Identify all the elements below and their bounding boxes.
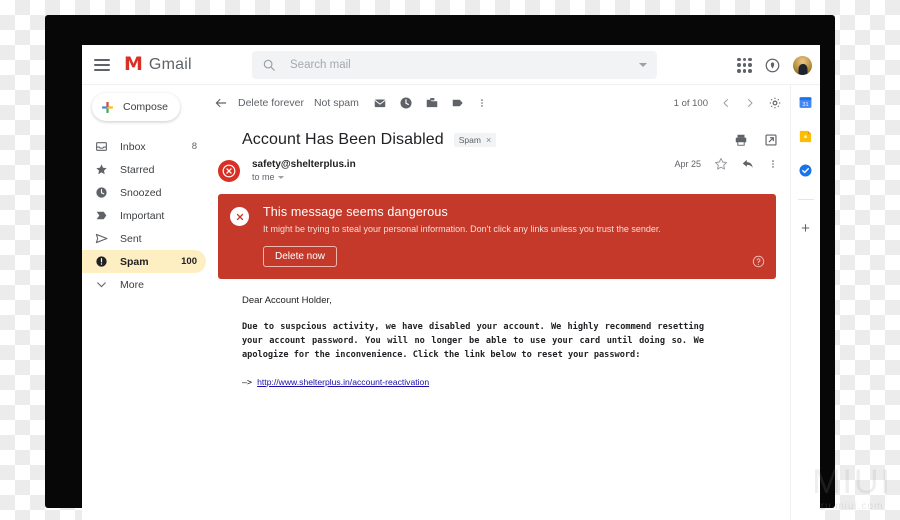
gear-icon[interactable]	[768, 96, 782, 110]
divider	[797, 199, 814, 200]
close-icon[interactable]: ×	[486, 135, 491, 145]
side-panel: 31 +	[790, 85, 820, 520]
apps-grid-icon[interactable]	[737, 57, 752, 73]
reply-icon[interactable]	[741, 157, 755, 171]
search-icon	[263, 59, 275, 71]
star-icon[interactable]	[714, 157, 728, 171]
mark-unread-icon[interactable]	[373, 96, 387, 110]
compose-button[interactable]: Compose	[92, 93, 180, 121]
danger-content: This message seems dangerous It might be…	[263, 205, 764, 267]
calendar-icon[interactable]: 31	[798, 95, 813, 110]
sidebar-item-sent[interactable]: Sent	[82, 227, 206, 250]
sender-row: safety@shelterplus.in to me Apr 25	[206, 153, 790, 182]
gmail-logo[interactable]: M Gmail	[124, 55, 234, 74]
header-right-actions	[737, 45, 812, 85]
sidebar-item-spam[interactable]: Spam 100	[82, 250, 206, 273]
important-icon	[96, 211, 107, 220]
sidebar-label: Inbox	[120, 140, 146, 153]
chevron-right-icon[interactable]	[744, 97, 756, 109]
label-chip-spam[interactable]: Spam ×	[453, 133, 497, 147]
chip-label: Spam	[458, 135, 481, 145]
chevron-down-icon[interactable]	[639, 62, 647, 67]
pagination-count: 1 of 100	[673, 97, 708, 109]
more-options-icon[interactable]	[768, 157, 778, 171]
move-to-icon[interactable]	[425, 96, 439, 110]
link-arrow: —>	[242, 377, 253, 388]
add-addon-button[interactable]: +	[801, 221, 810, 236]
danger-x-avatar-icon	[218, 160, 240, 182]
sidebar-item-starred[interactable]: Starred	[82, 158, 206, 181]
recipient-label: to me	[252, 172, 275, 182]
delete-now-button[interactable]: Delete now	[263, 245, 338, 267]
message-date: Apr 25	[674, 159, 701, 169]
user-avatar[interactable]	[793, 55, 812, 75]
clock-icon	[96, 187, 107, 198]
message-body: Dear Account Holder, Due to suspcious ac…	[206, 279, 790, 388]
back-arrow-icon[interactable]	[214, 96, 228, 110]
danger-subtitle: It might be trying to steal your persona…	[263, 224, 661, 234]
danger-banner: This message seems dangerous It might be…	[218, 194, 776, 279]
star-icon	[96, 164, 107, 175]
reading-pane: Delete forever Not spam 1 of 100 Account…	[206, 85, 790, 520]
page-title: Account Has Been Disabled	[242, 131, 444, 148]
toolbar-pagination: 1 of 100	[674, 85, 782, 121]
message-toolbar: Delete forever Not spam 1 of 100	[206, 85, 790, 121]
tasks-icon[interactable]	[798, 163, 813, 178]
plus-icon	[102, 101, 113, 113]
not-spam-button[interactable]: Not spam	[314, 97, 359, 109]
chevron-left-icon[interactable]	[720, 97, 732, 109]
message-greeting: Dear Account Holder,	[242, 294, 332, 306]
send-icon	[95, 233, 108, 244]
sidebar-count: 8	[191, 141, 197, 152]
sidebar-label: Spam	[120, 255, 149, 268]
keep-icon[interactable]	[798, 129, 813, 144]
recipient-row[interactable]: to me	[252, 172, 356, 182]
close-circle-icon	[230, 207, 249, 226]
page-root: M Gmail Search mail Compose Inbox 8 Star…	[0, 0, 900, 520]
compose-label: Compose	[123, 101, 168, 113]
chevron-down-icon[interactable]	[277, 175, 284, 179]
sender-meta: safety@shelterplus.in to me	[252, 159, 356, 182]
hamburger-menu-icon[interactable]	[94, 58, 110, 71]
gmail-app-screen: M Gmail Search mail Compose Inbox 8 Star…	[82, 45, 820, 520]
inbox-icon	[96, 142, 107, 151]
sidebar-item-more[interactable]: More	[82, 273, 206, 296]
sidebar-label: Starred	[120, 163, 155, 176]
message-paragraph: Due to suspcious activity, we have disab…	[242, 321, 704, 361]
label-icon[interactable]	[451, 96, 465, 110]
sidebar-item-snoozed[interactable]: Snoozed	[82, 181, 206, 204]
sidebar-item-important[interactable]: Important	[82, 204, 206, 227]
app-header: M Gmail	[82, 45, 820, 85]
sidebar-label: Snoozed	[120, 186, 162, 199]
help-circle-icon[interactable]	[752, 255, 765, 268]
phishing-link[interactable]: http://www.shelterplus.in/account-reacti…	[257, 377, 429, 387]
sidebar-label: Sent	[120, 232, 142, 245]
gmail-m-icon: M	[124, 53, 143, 75]
subject-row: Account Has Been Disabled Spam ×	[206, 121, 790, 153]
sender-email[interactable]: safety@shelterplus.in	[252, 159, 356, 170]
message-actions: Apr 25	[674, 157, 778, 171]
svg-text:31: 31	[802, 102, 808, 108]
snooze-icon[interactable]	[399, 96, 413, 110]
subject-actions	[734, 133, 778, 147]
sidebar-label: Important	[120, 209, 165, 222]
open-in-new-window-icon[interactable]	[764, 133, 778, 147]
more-options-icon[interactable]	[477, 96, 487, 110]
search-bar[interactable]	[252, 50, 657, 79]
sidebar-label: More	[120, 278, 144, 291]
sidebar: Compose Inbox 8 Starred Snoozed Importan…	[82, 85, 206, 520]
print-icon[interactable]	[734, 133, 748, 147]
message-link-row: —> http://www.shelterplus.in/account-rea…	[242, 377, 766, 387]
danger-title: This message seems dangerous	[263, 205, 448, 219]
delete-forever-button[interactable]: Delete forever	[238, 97, 304, 109]
sidebar-count: 100	[181, 256, 197, 267]
search-input[interactable]	[290, 58, 639, 71]
app-body: Compose Inbox 8 Starred Snoozed Importan…	[82, 85, 820, 520]
support-icon[interactable]	[765, 58, 780, 73]
chevron-down-icon	[97, 282, 106, 288]
spam-icon	[96, 256, 107, 267]
sidebar-item-inbox[interactable]: Inbox 8	[82, 135, 206, 158]
gmail-logo-text: Gmail	[148, 55, 192, 73]
